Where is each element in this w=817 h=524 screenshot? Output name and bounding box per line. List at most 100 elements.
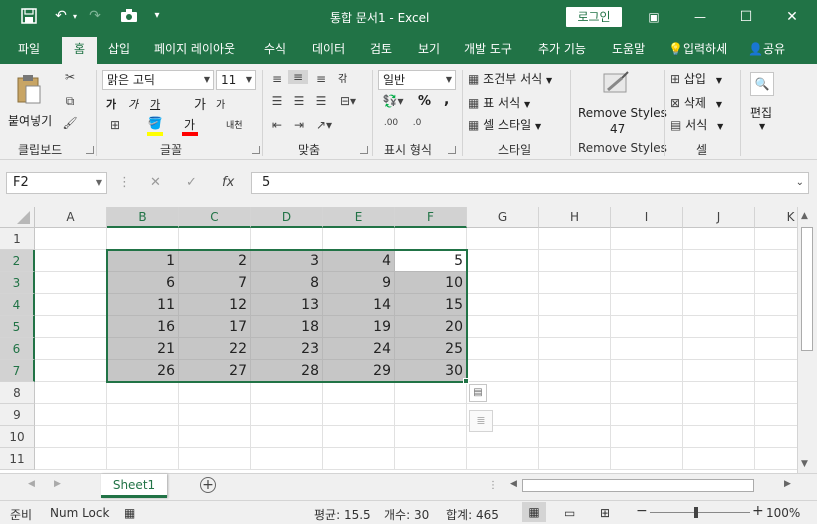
cell[interactable] (755, 404, 797, 426)
cell[interactable] (251, 404, 323, 426)
cell[interactable] (611, 360, 683, 382)
cell[interactable]: 6 (107, 272, 179, 294)
cell[interactable]: 24 (323, 338, 395, 360)
cell[interactable]: 12 (179, 294, 251, 316)
cell[interactable] (179, 448, 251, 470)
row-header[interactable]: 11 (0, 448, 35, 470)
font-size-select[interactable]: 11 ▼ (216, 70, 256, 90)
ribbon-display-icon[interactable]: ▣ (644, 7, 664, 27)
borders-icon[interactable]: ⊞ (104, 118, 126, 132)
merge-center-icon[interactable]: ⊟▾ (336, 94, 360, 108)
tab-data[interactable]: 데이터 (306, 40, 351, 64)
cell[interactable] (179, 382, 251, 404)
cell[interactable] (683, 228, 755, 250)
row-header[interactable]: 4 (0, 294, 35, 316)
cell[interactable] (611, 448, 683, 470)
cell-styles-button[interactable]: ▦ 셀 스타일 ▼ (468, 116, 541, 136)
align-right-icon[interactable]: ☰ (312, 94, 330, 108)
cut-icon[interactable]: ✂ (60, 70, 80, 84)
cell[interactable] (323, 404, 395, 426)
font-name-select[interactable]: 맑은 고딕 ▼ (102, 70, 214, 90)
cell[interactable]: 20 (395, 316, 467, 338)
cell[interactable] (683, 250, 755, 272)
column-header[interactable]: D (251, 207, 323, 228)
zoom-level[interactable]: 100% (766, 506, 800, 520)
comma-button[interactable]: , (444, 92, 449, 108)
cell[interactable] (755, 448, 797, 470)
cell[interactable]: 13 (251, 294, 323, 316)
cell[interactable] (683, 338, 755, 360)
wrap-text-button[interactable]: 갂 (338, 70, 347, 85)
cell[interactable] (755, 382, 797, 404)
cell[interactable] (467, 250, 539, 272)
cell[interactable]: 7 (179, 272, 251, 294)
cell[interactable]: 27 (179, 360, 251, 382)
zoom-out-button[interactable]: − (636, 503, 648, 519)
cell[interactable]: 30 (395, 360, 467, 382)
cell[interactable] (539, 250, 611, 272)
row-header[interactable]: 7 (0, 360, 35, 382)
cell[interactable] (395, 426, 467, 448)
cell[interactable]: 3 (251, 250, 323, 272)
accounting-format-icon[interactable]: 💱▾ (380, 94, 406, 108)
cell[interactable] (539, 294, 611, 316)
normal-view-icon[interactable]: ▦ (522, 502, 546, 522)
scroll-down-icon[interactable]: ▼ (801, 459, 808, 469)
column-header[interactable]: E (323, 207, 395, 228)
cell[interactable] (539, 360, 611, 382)
close-button[interactable]: ✕ (782, 7, 802, 27)
format-as-table-button[interactable]: ▦ 표 서식 ▼ (468, 94, 530, 114)
cell[interactable] (755, 228, 797, 250)
column-header[interactable]: F (395, 207, 467, 228)
cell[interactable]: 9 (323, 272, 395, 294)
align-top-icon[interactable]: ≡ (268, 72, 286, 86)
cell[interactable] (611, 250, 683, 272)
cell[interactable]: 17 (179, 316, 251, 338)
cell[interactable] (395, 382, 467, 404)
sheet-tab-sheet1[interactable]: Sheet1 (101, 474, 167, 498)
cell[interactable] (35, 360, 107, 382)
column-header[interactable]: G (467, 207, 539, 228)
cell[interactable] (107, 448, 179, 470)
tab-view[interactable]: 보기 (412, 40, 446, 64)
enter-icon[interactable]: ✓ (186, 175, 197, 190)
cell[interactable] (755, 316, 797, 338)
row-header[interactable]: 10 (0, 426, 35, 448)
cell[interactable]: 8 (251, 272, 323, 294)
cell[interactable] (35, 316, 107, 338)
cell[interactable] (539, 316, 611, 338)
cell[interactable] (755, 360, 797, 382)
cell[interactable] (35, 272, 107, 294)
tab-formulas[interactable]: 수식 (258, 40, 292, 64)
cell[interactable]: 26 (107, 360, 179, 382)
cell[interactable] (683, 294, 755, 316)
cell[interactable] (107, 426, 179, 448)
column-header[interactable]: H (539, 207, 611, 228)
cell[interactable] (35, 404, 107, 426)
maximize-button[interactable]: ☐ (736, 7, 756, 27)
cell[interactable] (539, 448, 611, 470)
undo-icon[interactable]: ↶ (50, 8, 72, 26)
share-button[interactable]: 👤공유 (742, 40, 791, 64)
save-icon[interactable] (18, 8, 40, 26)
align-center-icon[interactable]: ☰ (290, 94, 308, 108)
cell[interactable] (611, 228, 683, 250)
quick-analysis-icon[interactable]: ▤ (469, 384, 487, 402)
formula-input[interactable]: 5 ⌄ (251, 172, 809, 194)
column-header[interactable]: I (611, 207, 683, 228)
cell[interactable] (251, 382, 323, 404)
cell[interactable] (35, 448, 107, 470)
cell[interactable] (611, 382, 683, 404)
cell[interactable]: 23 (251, 338, 323, 360)
paste-button[interactable]: 붙여넣기 (6, 70, 54, 134)
cell[interactable] (179, 404, 251, 426)
cell[interactable] (107, 382, 179, 404)
tab-help[interactable]: 도움말 (606, 40, 651, 64)
worksheet-grid[interactable]: A B C D E F G H I J K 1 2 1 2 3 4 5 3 6 7 8 9 10 4 11 12 13 14 15 5 16 1… (0, 207, 797, 473)
horizontal-scrollbar[interactable]: ◀ ▶ (506, 478, 798, 494)
grow-font-button[interactable]: 가 (194, 94, 206, 113)
column-header[interactable]: A (35, 207, 107, 228)
prev-sheet-icon[interactable]: ◀ (28, 479, 35, 489)
cell[interactable]: 11 (107, 294, 179, 316)
scroll-up-icon[interactable]: ▲ (801, 211, 808, 221)
